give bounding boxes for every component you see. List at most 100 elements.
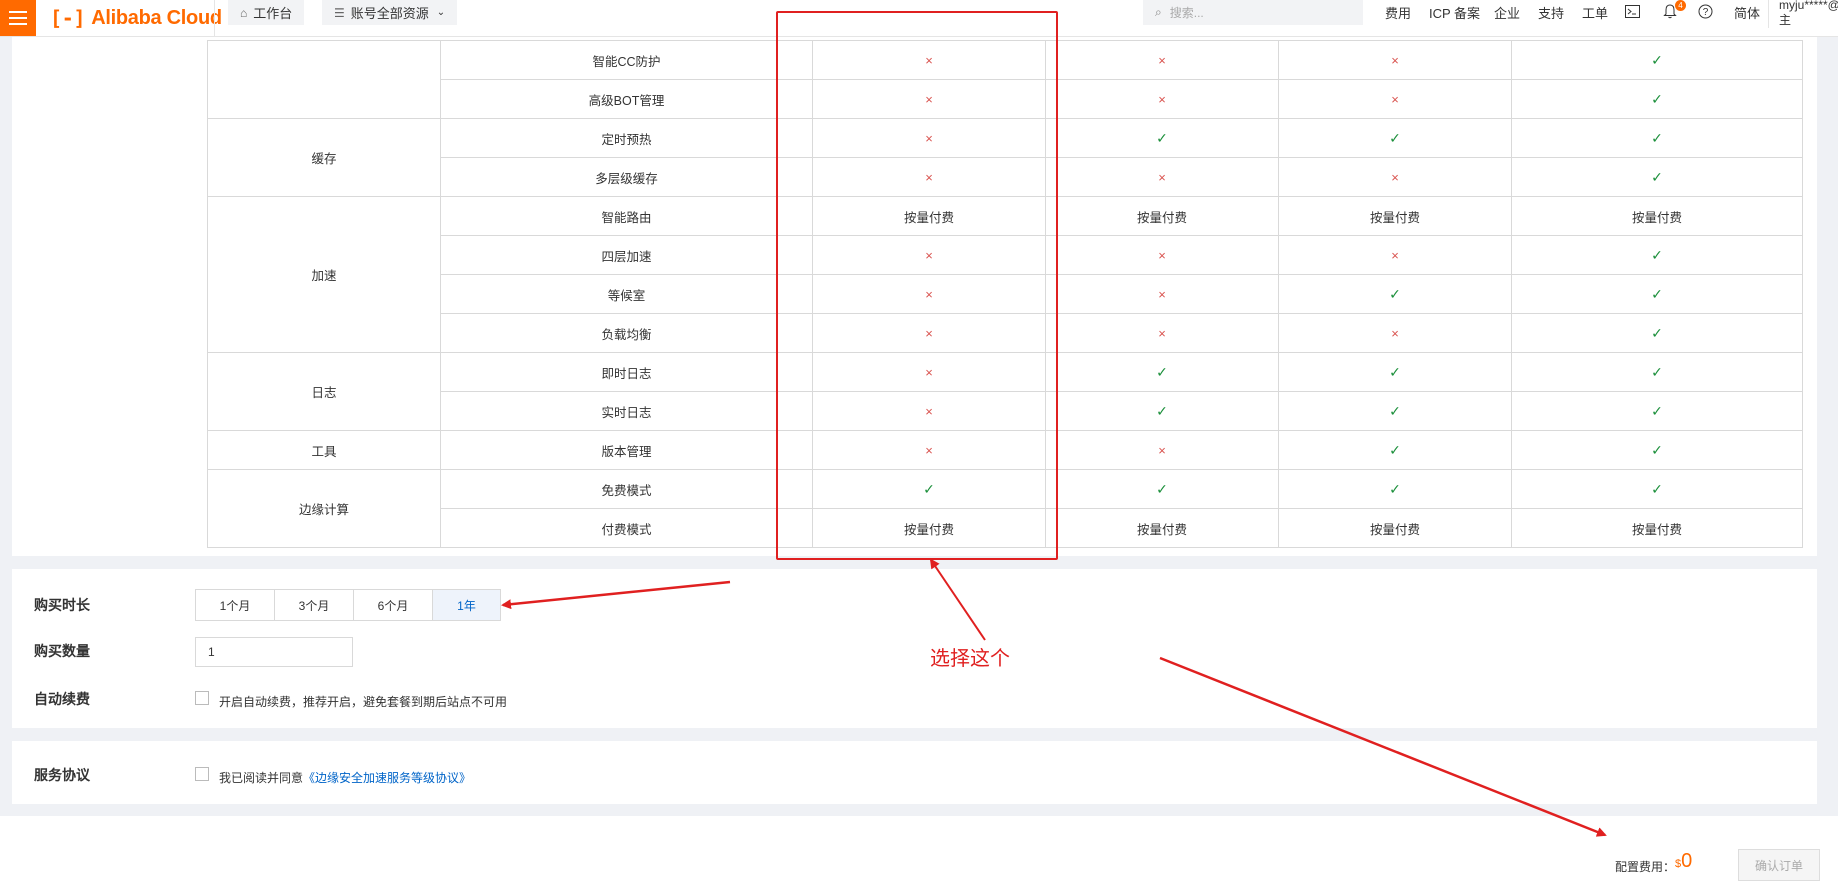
check-icon: ✓ <box>1651 402 1663 419</box>
plan-value-cell: ✓ <box>1045 118 1279 158</box>
plan-value-cell: × <box>1045 40 1279 80</box>
cross-icon: × <box>1158 91 1166 107</box>
plan-value-cell: 按量付费 <box>1511 196 1803 236</box>
cross-icon: × <box>1158 169 1166 185</box>
check-icon: ✓ <box>1651 480 1663 497</box>
check-icon: ✓ <box>1389 363 1401 380</box>
workbench-label: 工作台 <box>253 6 293 21</box>
duration-option-6-months[interactable]: 6个月 <box>354 590 433 620</box>
feature-name-cell: 高级BOT管理 <box>440 79 813 119</box>
plan-value-cell: ✓ <box>1511 352 1803 392</box>
user-role: 主 <box>1779 13 1792 27</box>
quantity-input[interactable] <box>195 637 353 667</box>
plan-value-cell: 按量付费 <box>1045 508 1279 548</box>
stack-icon: ☰ <box>334 5 345 20</box>
plan-value-cell: ✓ <box>1278 469 1512 509</box>
brand-logo[interactable]: [-] Alibaba Cloud <box>50 6 222 30</box>
plan-value-cell: ✓ <box>1045 352 1279 392</box>
check-icon: ✓ <box>1651 363 1663 380</box>
cross-icon: × <box>1158 286 1166 302</box>
nav-enterprise[interactable]: 企业 <box>1494 3 1520 22</box>
cross-icon: × <box>1391 247 1399 263</box>
hamburger-icon <box>9 11 27 25</box>
user-account[interactable]: myju*****@ 主 <box>1768 0 1838 28</box>
terminal-icon[interactable] <box>1622 1 1642 21</box>
resources-dropdown[interactable]: ☰ 账号全部资源 ⌄ <box>322 0 458 25</box>
agreement-link[interactable]: 《边缘安全加速服务等级协议》 <box>303 771 471 785</box>
workbench-button[interactable]: ⌂ 工作台 <box>228 0 305 25</box>
plan-value-cell: 按量付费 <box>1511 508 1803 548</box>
svg-text:?: ? <box>1702 7 1708 18</box>
order-footer: 配置费用： $0 确认订单 <box>0 816 1838 893</box>
search-icon: ⌕ <box>1155 5 1162 19</box>
plan-value-cell: ✓ <box>1511 235 1803 275</box>
fee-amount: $0 <box>1675 850 1692 873</box>
menu-button[interactable] <box>0 0 36 36</box>
plan-value-cell: ✓ <box>1278 430 1512 470</box>
cross-icon: × <box>1158 52 1166 68</box>
user-name: myju*****@ <box>1779 0 1838 12</box>
plan-value-cell: × <box>1045 274 1279 314</box>
plan-value-cell: ✓ <box>1045 391 1279 431</box>
plan-value-cell: × <box>1045 430 1279 470</box>
search-input[interactable]: ⌕ 搜索... <box>1143 0 1363 25</box>
check-icon: ✓ <box>1389 285 1401 302</box>
nav-icp[interactable]: ICP 备案 <box>1429 3 1480 22</box>
plan-value-cell: × <box>1278 40 1512 80</box>
annotation-note: 选择这个 <box>930 648 1010 670</box>
check-icon: ✓ <box>1156 402 1168 419</box>
duration-selector: 1个月 3个月 6个月 1年 <box>195 589 501 621</box>
feature-name-cell: 版本管理 <box>440 430 813 470</box>
plan-value-cell: ✓ <box>1511 274 1803 314</box>
cross-icon: × <box>1391 325 1399 341</box>
search-placeholder: 搜索... <box>1169 6 1204 20</box>
feature-group-cell: 加速 <box>207 196 441 353</box>
nav-ticket[interactable]: 工单 <box>1582 3 1608 22</box>
feature-name-cell: 多层级缓存 <box>440 157 813 197</box>
plan-value-cell: × <box>1278 79 1512 119</box>
divider <box>214 0 215 36</box>
plan-value-cell: ✓ <box>1511 469 1803 509</box>
agreement-label: 服务协议 <box>34 767 90 783</box>
check-icon: ✓ <box>1389 441 1401 458</box>
plan-value-cell: × <box>1045 235 1279 275</box>
plan-value-cell: ✓ <box>1511 40 1803 80</box>
help-icon[interactable]: ? <box>1695 1 1715 21</box>
agreement-text: 我已阅读并同意《边缘安全加速服务等级协议》 <box>219 769 471 786</box>
language-switch[interactable]: 简体 <box>1734 3 1760 22</box>
check-icon: ✓ <box>1389 129 1401 146</box>
fee-label: 配置费用： <box>1615 860 1676 874</box>
check-icon: ✓ <box>1389 480 1401 497</box>
duration-option-1-year[interactable]: 1年 <box>433 590 500 620</box>
check-icon: ✓ <box>1651 168 1663 185</box>
check-icon: ✓ <box>1651 324 1663 341</box>
resources-label: 账号全部资源 <box>350 6 429 21</box>
plan-value-cell: × <box>1278 157 1512 197</box>
plan-value-cell: ✓ <box>1511 157 1803 197</box>
duration-option-1-month[interactable]: 1个月 <box>196 590 275 620</box>
plan-value-cell: ✓ <box>1511 313 1803 353</box>
plan-value-cell: × <box>1045 313 1279 353</box>
duration-option-3-months[interactable]: 3个月 <box>275 590 354 620</box>
quantity-label: 购买数量 <box>34 643 90 659</box>
nav-fees[interactable]: 费用 <box>1385 3 1411 22</box>
notification-badge: 4 <box>1675 0 1686 11</box>
fee-value: 0 <box>1681 850 1693 872</box>
brand-name: Alibaba Cloud <box>91 6 222 29</box>
feature-group-cell <box>207 40 441 119</box>
service-agreement-panel: 服务协议 我已阅读并同意《边缘安全加速服务等级协议》 <box>12 741 1817 804</box>
agreement-checkbox[interactable] <box>195 767 209 781</box>
plan-value-cell: ✓ <box>1511 79 1803 119</box>
cross-icon: × <box>1391 169 1399 185</box>
feature-group-cell: 工具 <box>207 430 441 470</box>
autorenew-text: 开启自动续费，推荐开启，避免套餐到期后站点不可用 <box>219 695 508 709</box>
plan-value-cell: ✓ <box>1045 469 1279 509</box>
plan-value-cell: ✓ <box>1511 391 1803 431</box>
feature-name-cell: 智能路由 <box>440 196 813 236</box>
confirm-order-button[interactable]: 确认订单 <box>1738 849 1820 881</box>
nav-support[interactable]: 支持 <box>1538 3 1564 22</box>
check-icon: ✓ <box>1651 51 1663 68</box>
check-icon: ✓ <box>1651 441 1663 458</box>
autorenew-checkbox[interactable] <box>195 691 209 705</box>
purchase-options-panel: 购买时长 1个月 3个月 6个月 1年 购买数量 自动续费 开启自动续费，推荐开… <box>12 569 1817 728</box>
